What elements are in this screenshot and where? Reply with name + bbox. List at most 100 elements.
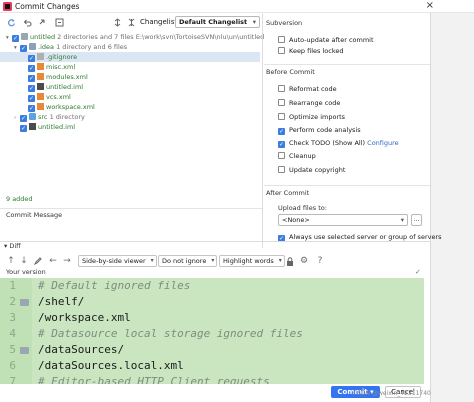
- tree-file-misc[interactable]: ✓ misc.xml: [28, 62, 75, 72]
- diff-toggle[interactable]: ▾ Diff: [4, 242, 21, 250]
- diff-line: 3/workspace.xml: [0, 310, 130, 326]
- root-name: untitled: [30, 33, 56, 41]
- module-file-icon: [37, 83, 44, 90]
- arrow-up-icon[interactable]: ↑: [6, 256, 16, 266]
- arrow-left-icon[interactable]: ←: [48, 256, 58, 266]
- arrow-right-icon[interactable]: →: [62, 256, 72, 266]
- tree-file-workspace[interactable]: ✓ workspace.xml: [28, 102, 95, 112]
- viewer-select[interactable]: Side-by-side viewer ▾: [78, 255, 157, 267]
- checkbox-icon[interactable]: ✓: [20, 125, 27, 132]
- option-label: Rearrange code: [289, 99, 341, 107]
- upload-server-select[interactable]: <None> ▾: [278, 214, 408, 226]
- tree-idea-folder[interactable]: ▾ ✓ .idea 1 directory and 6 files: [14, 42, 127, 52]
- upload-label: Upload files to:: [278, 204, 327, 212]
- option-rearrange[interactable]: Rearrange code: [278, 98, 340, 108]
- configure-link[interactable]: Configure: [367, 139, 399, 147]
- tree-file-root-iml[interactable]: ✓ untitled.iml: [20, 122, 75, 132]
- file-name: .gitignore: [46, 53, 78, 61]
- module-file-icon: [29, 123, 36, 130]
- line-number: 1: [9, 279, 16, 292]
- splitter[interactable]: [262, 14, 263, 248]
- checkbox-icon[interactable]: ✓: [28, 65, 35, 72]
- root-info: 2 directories and 7 files: [57, 33, 134, 41]
- option-label: Reformat code: [289, 85, 337, 93]
- checkbox-icon[interactable]: ✓: [20, 115, 27, 122]
- option-cleanup[interactable]: Cleanup: [278, 151, 316, 161]
- checkbox-icon[interactable]: [278, 36, 285, 43]
- option-check-todo[interactable]: ✓ Check TODO (Show All) Configure: [278, 138, 399, 148]
- tree-root[interactable]: ▾ ✓ untitled 2 directories and 7 files E:\…: [6, 32, 264, 42]
- checkbox-icon[interactable]: ✓: [278, 141, 285, 148]
- diff-icon[interactable]: [38, 17, 48, 27]
- changelist-select[interactable]: Default Changelist ▾: [175, 16, 260, 28]
- window-title: Commit Changes: [15, 2, 80, 11]
- xml-file-icon: [37, 93, 44, 100]
- option-reformat[interactable]: Reformat code: [278, 84, 337, 94]
- checkbox-icon[interactable]: [278, 166, 285, 173]
- close-icon[interactable]: ×: [426, 0, 434, 12]
- tree-src-folder[interactable]: › ✓ src 1 directory: [14, 112, 85, 122]
- collapse-all-icon[interactable]: [126, 17, 136, 27]
- before-commit-title: Before Commit: [266, 68, 315, 76]
- ignore-select[interactable]: Do not ignore ▾: [158, 255, 218, 267]
- src-name: src: [38, 113, 48, 121]
- commit-message-input[interactable]: [0, 221, 262, 241]
- option-update-copyright[interactable]: Update copyright: [278, 165, 345, 175]
- diff-line: 1 # Default ignored files: [0, 278, 190, 294]
- checkbox-icon[interactable]: ✓: [28, 55, 35, 62]
- diff-line: 5/dataSources/: [0, 342, 124, 358]
- option-label: Check TODO (Show All): [289, 139, 366, 147]
- tree-file-modules[interactable]: ✓ modules.xml: [28, 72, 88, 82]
- checkmark-icon: ✓: [415, 268, 421, 276]
- file-name: vcs.xml: [46, 93, 71, 101]
- line-text: # Editor-based HTTP Client requests: [38, 375, 270, 384]
- checkbox-icon[interactable]: ✓: [278, 128, 285, 135]
- edit-icon[interactable]: [33, 256, 43, 266]
- checkbox-icon[interactable]: [278, 47, 285, 54]
- checkbox-icon[interactable]: [278, 99, 285, 106]
- upload-more-button[interactable]: ...: [411, 214, 422, 226]
- refresh-icon[interactable]: [6, 17, 16, 27]
- line-number: 2: [9, 295, 16, 308]
- changelist-value: Default Changelist: [179, 18, 248, 26]
- checkbox-icon[interactable]: [278, 113, 285, 120]
- changes-status: 9 added: [6, 195, 33, 203]
- folder-icon: [21, 33, 28, 40]
- option-code-analysis[interactable]: ✓ Perform code analysis: [278, 125, 361, 135]
- option-keep-locked[interactable]: Keep files locked: [278, 46, 344, 56]
- file-icon: [37, 53, 44, 60]
- option-label: Cleanup: [289, 152, 316, 160]
- option-label: Always use selected server or group of s…: [289, 233, 442, 241]
- tree-file-vcs[interactable]: ✓ vcs.xml: [28, 92, 71, 102]
- file-name: untitled.iml: [46, 83, 84, 91]
- checkbox-icon[interactable]: ✓: [28, 105, 35, 112]
- after-commit-title: After Commit: [266, 189, 310, 197]
- group-icon[interactable]: [54, 17, 64, 27]
- option-auto-update[interactable]: Auto-update after commit: [278, 35, 374, 45]
- checkbox-icon[interactable]: [278, 152, 285, 159]
- folder-icon: [20, 299, 29, 306]
- app-icon: [3, 2, 12, 11]
- tree-file-untitled-iml[interactable]: ✓ untitled.iml: [28, 82, 83, 92]
- option-optimize-imports[interactable]: Optimize imports: [278, 112, 345, 122]
- checkbox-icon[interactable]: [278, 85, 285, 92]
- option-label: Optimize imports: [289, 113, 346, 121]
- checkbox-icon[interactable]: ✓: [12, 35, 19, 42]
- diff-viewer[interactable]: 1 # Default ignored files 2/shelf/ 3/work…: [0, 278, 424, 384]
- xml-file-icon: [37, 63, 44, 70]
- help-icon[interactable]: ?: [315, 256, 325, 266]
- lock-icon[interactable]: [285, 256, 295, 266]
- line-number: 7: [9, 375, 16, 384]
- divider: [0, 208, 262, 209]
- rollback-icon[interactable]: [22, 17, 32, 27]
- tree-file-gitignore[interactable]: ✓ .gitignore: [0, 52, 260, 62]
- checkbox-icon[interactable]: ✓: [20, 45, 27, 52]
- arrow-down-icon[interactable]: ↓: [19, 256, 29, 266]
- expand-all-icon[interactable]: [112, 17, 122, 27]
- highlight-select[interactable]: Highlight words ▾: [219, 255, 285, 267]
- checkbox-icon[interactable]: ✓: [28, 75, 35, 82]
- checkbox-icon[interactable]: ✓: [28, 95, 35, 102]
- checkbox-icon[interactable]: ✓: [28, 85, 35, 92]
- diff-line: 7 # Editor-based HTTP Client requests: [0, 374, 269, 384]
- gear-icon[interactable]: ⚙: [299, 256, 309, 266]
